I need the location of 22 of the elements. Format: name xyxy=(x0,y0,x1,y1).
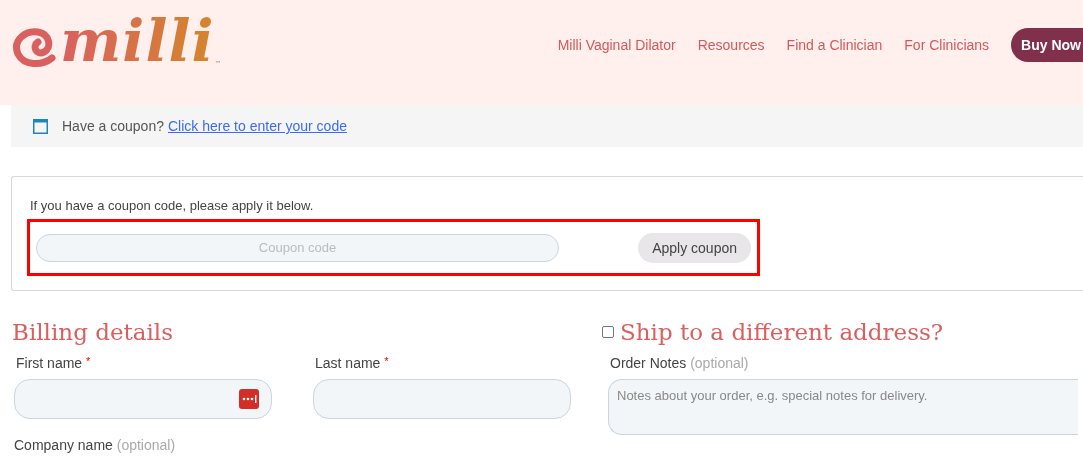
nav-link[interactable]: For Clinicians xyxy=(904,37,990,53)
coupon-hint: If you have a coupon code, please apply it below. xyxy=(30,198,315,213)
text-field[interactable] xyxy=(313,379,571,419)
buy-now-button[interactable]: Buy Now xyxy=(1011,28,1083,62)
field-label: Order Notes (optional) xyxy=(610,355,750,371)
checkbox[interactable] xyxy=(602,326,614,338)
nav-link[interactable]: Resources xyxy=(697,37,765,53)
password-manager-icon[interactable] xyxy=(239,389,259,409)
coupon-field[interactable]: Coupon code xyxy=(36,233,559,262)
nav-link[interactable]: Milli Vaginal Dilator xyxy=(557,37,676,53)
field-label: Company name (optional) xyxy=(14,437,177,453)
coupon-question: Have a coupon? xyxy=(62,118,164,134)
section-heading: Billing details xyxy=(12,319,174,345)
section-heading: Ship to a different address? xyxy=(620,319,944,345)
nav-link[interactable]: Find a Clinician xyxy=(786,37,883,53)
field-label: Last name * xyxy=(315,355,390,371)
apply-coupon-button[interactable]: Apply coupon xyxy=(638,232,751,263)
text-field[interactable] xyxy=(14,379,272,419)
order-notes-field[interactable]: Notes about your order, e.g. special notes for delivery. xyxy=(608,379,1078,435)
window-icon xyxy=(33,118,48,134)
field-label: First name * xyxy=(16,355,92,371)
coupon-link[interactable]: Click here to enter your code xyxy=(167,118,347,134)
